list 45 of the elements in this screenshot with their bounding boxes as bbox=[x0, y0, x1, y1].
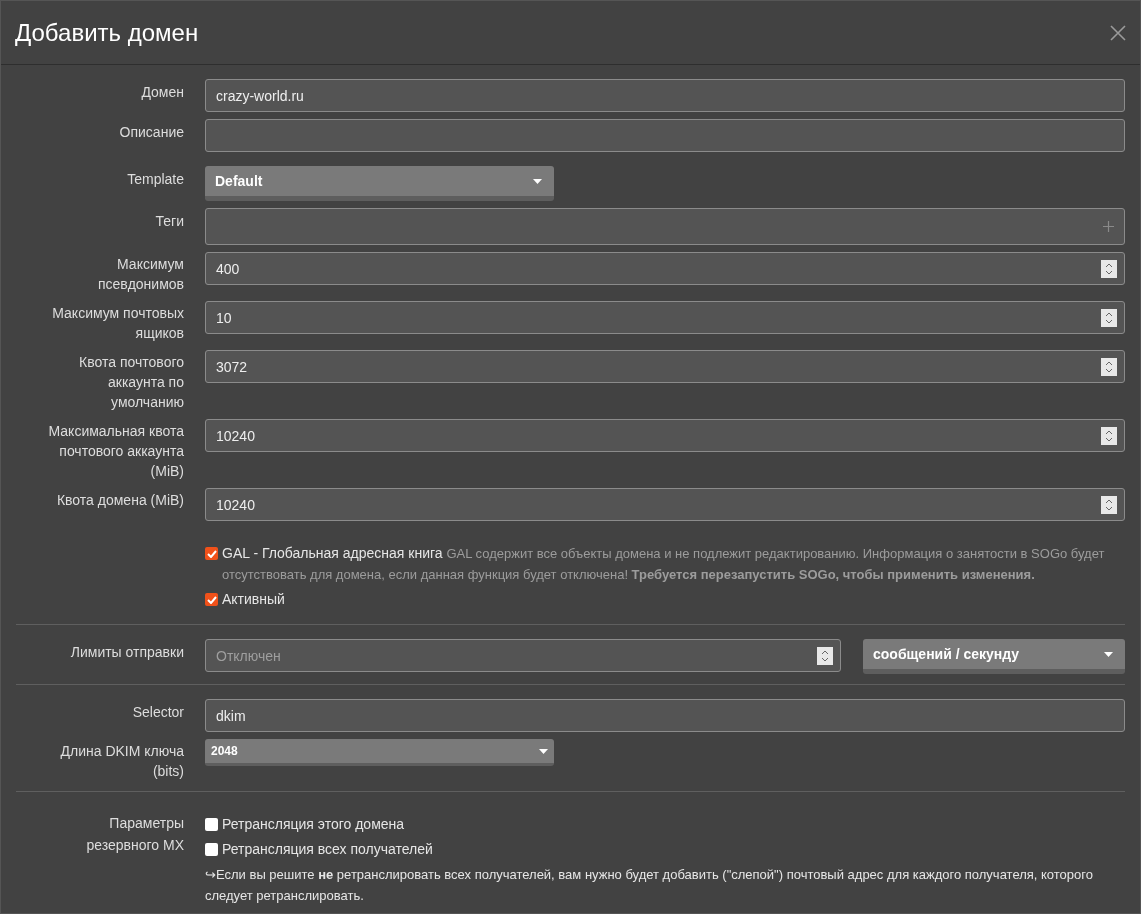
dialog-title: Добавить домен bbox=[15, 18, 199, 47]
number-field[interactable]: 400 bbox=[205, 252, 1125, 285]
number-field[interactable]: 3072 bbox=[205, 350, 1125, 383]
number-field[interactable]: 10240 bbox=[205, 488, 1125, 521]
text-field[interactable]: dkim bbox=[205, 699, 1125, 732]
text-field[interactable] bbox=[205, 119, 1125, 152]
spinner-icon[interactable] bbox=[1101, 357, 1117, 376]
text-field[interactable]: crazy-world.ru bbox=[205, 79, 1125, 112]
field-label: Template bbox=[127, 171, 184, 187]
checkbox-label: Ретрансляция всех получателей bbox=[222, 840, 433, 859]
number-field[interactable]: 10240 bbox=[205, 419, 1125, 452]
checkbox[interactable] bbox=[205, 593, 218, 606]
field-label: Параметры резервного MX bbox=[86, 815, 184, 853]
tags-field[interactable] bbox=[205, 208, 1125, 245]
help-text: ↪Если вы решите не ретранслировать всех получателей, вам нужно будет добавить ("слепой") почтовый адрес для каждого получателя, которого следует ретранслировать. bbox=[205, 866, 1094, 905]
checkbox-label: GAL - Глобальная адресная книга GAL содержит все объекты домена и не подлежит редактированию. Информация о занятости в SOGo будет отсутствовать для домена, если данная функция будет отключена! Требуется перезапустить SOGo, чтобы применить изменения. bbox=[222, 544, 1106, 584]
spinner-icon[interactable] bbox=[1101, 259, 1117, 278]
close-icon[interactable] bbox=[1110, 24, 1126, 41]
field-label: Длина DKIM ключа (bits) bbox=[60, 743, 184, 779]
select-dropdown[interactable]: 2048 bbox=[205, 739, 554, 766]
field-label: Домен bbox=[141, 84, 184, 100]
field-label: Максимальная квота почтового аккаунта (MiB) bbox=[48, 423, 184, 479]
caret-icon bbox=[1104, 651, 1113, 657]
unit-dropdown[interactable]: сообщений / секунду bbox=[863, 639, 1125, 674]
field-label: Описание bbox=[119, 124, 184, 140]
number-field[interactable]: 10 bbox=[205, 301, 1125, 334]
field-label: Квота домена (MiB) bbox=[56, 492, 184, 508]
spinner-icon[interactable] bbox=[1101, 426, 1117, 445]
field-label: Квота почтового аккаунта по умолчанию bbox=[79, 354, 184, 410]
field-label: Теги bbox=[155, 213, 184, 229]
field-label: Максимум почтовых ящиков bbox=[52, 305, 184, 341]
checkbox[interactable] bbox=[205, 818, 218, 831]
field-label: Selector bbox=[132, 704, 184, 720]
caret-icon bbox=[539, 748, 548, 754]
checkbox[interactable] bbox=[205, 547, 218, 560]
checkbox-label: Активный bbox=[222, 590, 285, 609]
select-dropdown[interactable]: Default bbox=[205, 166, 554, 201]
spinner-icon[interactable] bbox=[817, 646, 833, 665]
field-label: Максимум псевдонимов bbox=[98, 256, 184, 292]
spinner-icon[interactable] bbox=[1101, 495, 1117, 514]
checkbox-label: Ретрансляция этого домена bbox=[222, 815, 405, 834]
checkbox[interactable] bbox=[205, 843, 218, 856]
caret-icon bbox=[533, 178, 542, 184]
spinner-icon[interactable] bbox=[1101, 308, 1117, 327]
field-label: Лимиты отправки bbox=[70, 644, 184, 660]
